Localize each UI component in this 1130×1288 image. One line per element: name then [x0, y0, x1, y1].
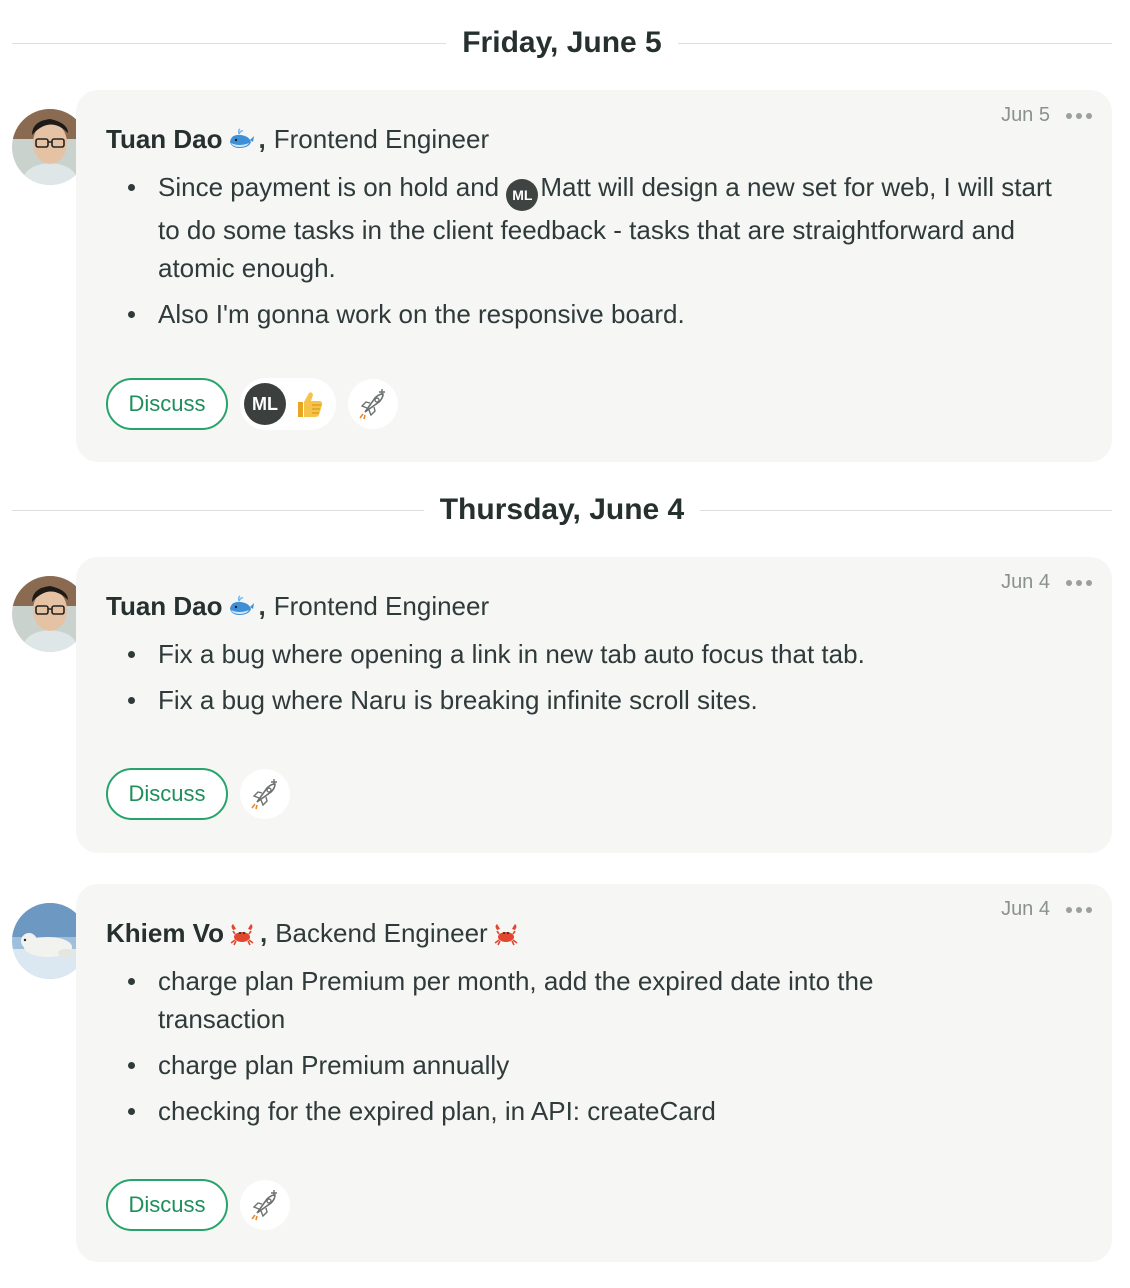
post-card: Jun 4 Tuan Dao , Frontend Engineer Fix a…: [76, 557, 1112, 853]
post-actions: Discuss: [106, 1179, 290, 1231]
separator: ,: [258, 124, 266, 154]
author-name[interactable]: Khiem Vo: [106, 918, 224, 949]
post-card: Jun 5 Tuan Dao , Frontend Engineer Since…: [76, 90, 1112, 462]
author-role: Frontend Engineer: [273, 124, 490, 154]
crab-emoji-icon: [494, 923, 518, 945]
rocket-add-reaction-icon: [251, 1190, 277, 1221]
rocket-add-reaction-icon: [251, 779, 277, 810]
mention-avatar[interactable]: ML: [506, 179, 539, 211]
author-role: Frontend Engineer: [273, 591, 490, 621]
update-list: Since payment is on hold and ML Matt will…: [128, 168, 1072, 341]
post-card: Jun 4 Khiem Vo , Backend Engineer charge…: [76, 884, 1112, 1262]
list-item: Fix a bug where opening a link in new ta…: [128, 635, 1072, 673]
add-reaction-button[interactable]: [348, 379, 398, 429]
add-reaction-button[interactable]: [240, 769, 290, 819]
whale-emoji-icon: [229, 594, 254, 615]
post-date: Jun 4: [1001, 571, 1050, 593]
author-role: Backend Engineer: [275, 918, 488, 948]
post-date: Jun 4: [1001, 898, 1050, 920]
discuss-button[interactable]: Discuss: [106, 1179, 228, 1231]
update-list: charge plan Premium per month, add the e…: [128, 962, 932, 1138]
list-item: charge plan Premium per month, add the e…: [128, 962, 932, 1038]
discuss-button[interactable]: Discuss: [106, 768, 228, 820]
reaction-pill[interactable]: ML: [240, 378, 336, 430]
post-header: Khiem Vo , Backend Engineer: [106, 918, 524, 949]
author-name[interactable]: Tuan Dao: [106, 124, 223, 155]
list-item: Fix a bug where Naru is breaking infinit…: [128, 681, 1072, 719]
author-name[interactable]: Tuan Dao: [106, 591, 223, 622]
discuss-button[interactable]: Discuss: [106, 378, 228, 430]
more-options-icon[interactable]: [1066, 906, 1092, 913]
reaction-user-avatar: ML: [244, 383, 286, 425]
separator: ,: [258, 591, 266, 621]
add-reaction-button[interactable]: [240, 1180, 290, 1230]
list-item: Also I'm gonna work on the responsive bo…: [128, 295, 1072, 333]
more-options-icon[interactable]: [1066, 579, 1092, 586]
day-label: Thursday, June 4: [423, 493, 701, 526]
post-header: Tuan Dao , Frontend Engineer: [106, 124, 489, 155]
post-actions: Discuss: [106, 768, 290, 820]
day-divider: Thursday, June 4: [12, 493, 1112, 526]
post-header: Tuan Dao , Frontend Engineer: [106, 591, 489, 622]
separator: ,: [259, 918, 268, 948]
post-date: Jun 5: [1001, 104, 1050, 126]
day-label: Friday, June 5: [446, 26, 678, 59]
list-item: checking for the expired plan, in API: c…: [128, 1092, 932, 1130]
crab-emoji-icon: [230, 923, 254, 945]
list-item: Since payment is on hold and ML Matt will…: [128, 168, 1072, 287]
rocket-add-reaction-icon: [359, 389, 385, 420]
update-list: Fix a bug where opening a link in new ta…: [128, 635, 1072, 727]
more-options-icon[interactable]: [1066, 112, 1092, 119]
day-divider: Friday, June 5: [12, 26, 1112, 59]
whale-emoji-icon: [229, 127, 254, 148]
thumbs-up-icon: [298, 392, 323, 417]
post-actions: Discuss ML: [106, 378, 398, 430]
list-item: charge plan Premium annually: [128, 1046, 932, 1084]
